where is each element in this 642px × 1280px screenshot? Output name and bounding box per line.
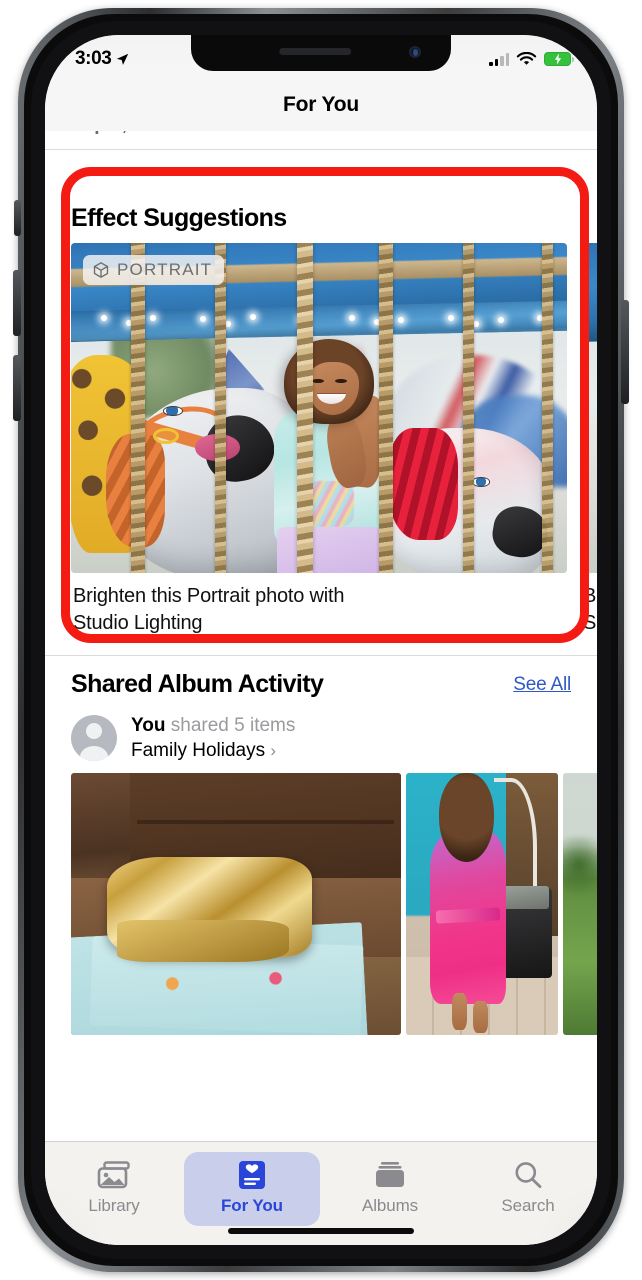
effect-suggestion-caption: Brighten this Portrait photo with Studio… — [71, 573, 567, 655]
caption-next-line-2: S — [583, 612, 597, 634]
shared-activity-item[interactable]: You shared 5 items Family Holidays › — [45, 709, 597, 773]
tab-search[interactable]: Search — [459, 1152, 597, 1224]
tab-for-you-label: For You — [221, 1196, 283, 1215]
status-time: 3:03 — [75, 48, 112, 69]
shared-photo-garden[interactable] — [563, 773, 597, 1036]
cube-icon — [93, 262, 109, 278]
shared-activity-text: You shared 5 items Family Holidays › — [131, 713, 295, 763]
phone-screen: 3:03 For You Effect Suggestions PORTRAIT… — [45, 35, 597, 1245]
tab-albums-label: Albums — [361, 1196, 419, 1215]
shared-album-activity-section: Shared Album Activity See All You shared… — [45, 656, 597, 1036]
photo-stack-icon — [96, 1160, 132, 1190]
cellular-signal-icon — [489, 52, 509, 66]
tab-search-label: Search — [501, 1196, 555, 1215]
navigation-bar: For You — [45, 79, 597, 131]
shared-activity-line-2[interactable]: Family Holidays › — [131, 738, 295, 763]
tab-for-you[interactable]: For You — [183, 1152, 321, 1226]
shared-photo-gift[interactable] — [71, 773, 401, 1036]
shared-activity-actor: You — [131, 715, 166, 736]
page-title: For You — [283, 93, 359, 116]
location-arrow-icon — [117, 53, 129, 65]
effect-suggestions-title: Effect Suggestions — [71, 204, 287, 232]
shared-photo-girl[interactable] — [406, 773, 558, 1036]
caption-next-line-1: B — [583, 585, 597, 607]
volume-up-button[interactable] — [13, 270, 21, 336]
effect-suggestion-caption-next: B S — [581, 573, 597, 655]
shared-album-photo-strip[interactable] — [45, 773, 597, 1036]
effect-suggestion-photo[interactable]: PORTRAIT — [71, 243, 567, 573]
display-notch — [191, 35, 451, 71]
effect-suggestions-section: Effect Suggestions PORTRAIT Brighten thi… — [45, 190, 597, 655]
tab-library[interactable]: Library — [45, 1152, 183, 1224]
volume-down-button[interactable] — [13, 355, 21, 421]
effect-suggestion-card-next[interactable]: B S — [581, 243, 597, 655]
tab-albums[interactable]: Albums — [321, 1152, 459, 1224]
magnifier-icon — [510, 1160, 546, 1190]
clipped-date-row: Sep 7, 2019 — [45, 131, 597, 149]
status-bar-right — [489, 51, 574, 67]
caption-line-1: Brighten this Portrait photo with — [73, 585, 345, 607]
chevron-right-icon: › — [270, 741, 277, 761]
effect-suggestion-photo-next[interactable] — [581, 243, 597, 573]
effect-suggestions-rail[interactable]: PORTRAIT Brighten this Portrait photo wi… — [45, 243, 597, 655]
shared-activity-line-1: You shared 5 items — [131, 713, 295, 738]
portrait-badge-label: PORTRAIT — [117, 260, 213, 279]
shared-album-activity-header: Shared Album Activity See All — [45, 656, 597, 709]
clipped-date-label: Sep 7, 2019 — [71, 131, 175, 136]
battery-charging-icon — [544, 52, 574, 66]
earpiece-speaker-icon — [279, 48, 352, 55]
scroll-content[interactable]: Sep 7, 2019 Effect Suggestions — [45, 131, 597, 1245]
for-you-card-icon — [234, 1160, 270, 1190]
see-all-link[interactable]: See All — [513, 674, 571, 696]
shared-album-name: Family Holidays — [131, 740, 266, 762]
front-camera-icon — [409, 46, 421, 58]
mute-switch[interactable] — [14, 200, 21, 236]
power-button[interactable] — [621, 300, 629, 404]
person-avatar-icon — [71, 715, 117, 762]
albums-folder-icon — [372, 1160, 408, 1190]
status-bar-left: 3:03 — [75, 48, 129, 70]
home-indicator[interactable] — [228, 1228, 414, 1234]
caption-line-2: Studio Lighting — [73, 612, 203, 634]
effect-suggestion-card[interactable]: PORTRAIT Brighten this Portrait photo wi… — [71, 243, 567, 655]
tab-library-label: Library — [88, 1196, 140, 1215]
shared-activity-action: shared 5 items — [170, 715, 296, 736]
screenshot-stage: 3:03 For You Effect Suggestions PORTRAIT… — [0, 0, 642, 1280]
shared-album-activity-title: Shared Album Activity — [71, 670, 324, 698]
carousel-photo-art-next — [581, 243, 597, 573]
wifi-icon — [516, 51, 537, 65]
section-gap — [45, 150, 597, 190]
portrait-badge: PORTRAIT — [83, 255, 225, 285]
carousel-photo-art — [71, 243, 567, 573]
effect-suggestions-header: Effect Suggestions — [45, 190, 597, 243]
